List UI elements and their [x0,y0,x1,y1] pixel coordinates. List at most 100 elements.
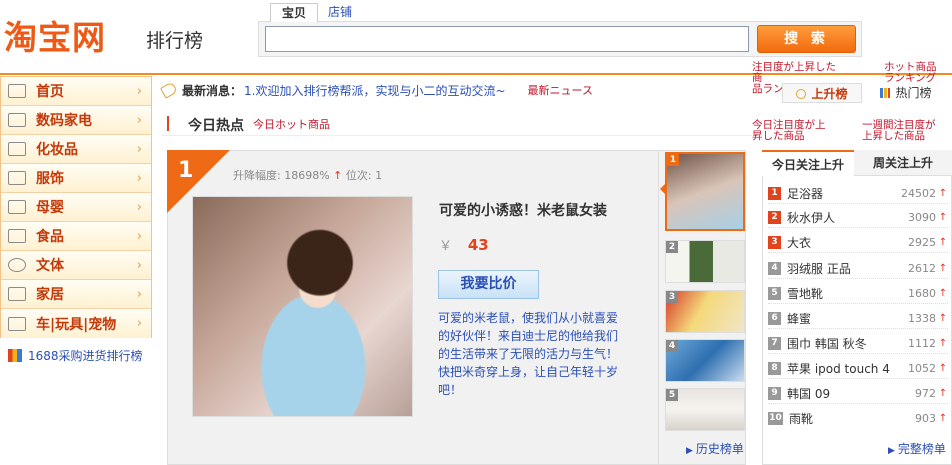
search-input[interactable] [265,26,749,52]
sidebar-item-car-toys-pets[interactable]: 车|玩具|宠物 › [1,309,151,338]
sidebar-item-label: 文体 [36,258,64,274]
sidebar-item-home[interactable]: 首页 › [1,77,151,106]
rank-value: 1052 [908,362,936,375]
sidebar-item-baby[interactable]: 母婴 › [1,193,151,222]
taobao-logo[interactable]: 淘宝网 [4,18,106,58]
rank-keyword: 足浴器 [787,187,824,201]
sidebar-item-label: 化妆品 [36,142,78,158]
rank-number: 10 [768,411,783,425]
rank-number: 6 [768,312,781,325]
full-ranking-link[interactable]: ▶ 完整榜单 [888,440,946,457]
triangle-right-icon: ▶ [888,446,895,456]
search-tab-shops[interactable]: 店铺 [318,3,362,22]
bar-chart-icon [8,349,22,362]
search-button[interactable]: 搜 索 [757,25,856,53]
today-hot-annotation: 今日ホット商品 [253,118,330,131]
featured-product-title[interactable]: 可爱的小诱惑！米老鼠女装 [439,200,607,220]
thumbnail-4[interactable]: 4 [665,339,745,382]
ranking-row[interactable]: 9 韩国 09 972 ↑ [768,384,948,404]
ranking-row[interactable]: 4 羽绒服 正品 2612 ↑ [768,259,948,279]
arrow-up-icon: ↑ [938,212,948,223]
baby-bottle-icon [8,200,26,214]
thumbnail-5[interactable]: 5 [665,388,745,431]
ranking-row[interactable]: 1 足浴器 24502 ↑ [768,184,948,204]
annotation-week-rising: 一週間注目度が 上昇した商品 [862,119,936,142]
arrow-up-icon: ↑ [938,288,948,299]
rank-value: 903 [915,411,936,425]
compare-price-button[interactable]: 我要比价 [438,270,539,299]
ranking-row[interactable]: 2 秋水伊人 3090 ↑ [768,208,948,228]
price-value: 43 [467,236,489,254]
sidebar-item-digital[interactable]: 数码家电 › [1,106,151,135]
tab-hot-label: 热门榜 [895,86,932,100]
ranking-row[interactable]: 8 苹果 ipod touch 4 1052 ↑ [768,359,948,379]
ranking-title: 排行榜 [146,30,204,52]
history-ranking-link[interactable]: ▶ 历史榜单 [686,440,744,457]
link-1688-label: 1688采购进货排行榜 [28,349,143,363]
sofa-icon [8,287,26,301]
section-marker [167,116,169,131]
sidebar-item-label: 服饰 [36,171,64,187]
rank-number: 1 [768,187,781,200]
rank-keyword: 苹果 ipod touch 4 [787,362,890,376]
news-link[interactable]: 1.欢迎加入排行榜帮派，实现与小二的互动交流~ [244,82,506,99]
rank-number: 3 [768,236,781,249]
triangle-right-icon: ▶ [686,446,693,456]
rank-number: 4 [768,262,781,275]
thumbnail-3[interactable]: 3 [665,290,745,333]
chevron-right-icon: › [136,83,142,99]
sidebar-item-home-living[interactable]: 家居 › [1,280,151,309]
rank-keyword: 羽绒服 正品 [787,262,851,276]
arrow-up-icon: ↑ [938,237,948,248]
chevron-right-icon: › [136,112,142,128]
key-icon [796,89,807,99]
featured-product-image[interactable] [192,196,413,417]
sidebar-item-label: 数码家电 [36,113,92,129]
arrow-up-icon: ↑ [938,313,948,324]
rank-badge-number: 1 [178,158,194,183]
rank-number: 2 [768,211,781,224]
rank-number: 9 [768,387,781,400]
history-label: 历史榜单 [695,442,744,456]
sidebar-item-apparel[interactable]: 服饰 › [1,164,151,193]
thumbnail-2[interactable]: 2 [665,240,745,283]
tab-hot-ranking[interactable]: 热门榜 [866,83,946,103]
ranking-row[interactable]: 7 围巾 韩国 秋冬 1112 ↑ [768,334,948,354]
arrow-up-icon: ↑ [938,388,948,399]
ranking-row[interactable]: 10 雨靴 903 ↑ [768,408,948,428]
thumbnail-number: 2 [666,241,678,253]
sidebar-item-sports[interactable]: 文体 › [1,251,151,280]
position-label: 位次: 1 [345,169,383,182]
thumbnail-number: 1 [667,154,679,166]
change-label: 升降幅度: 18698% [233,169,330,182]
arrow-up-icon: ↑ [333,169,343,182]
rank-value: 2925 [908,236,936,249]
ranking-row[interactable]: 3 大衣 2925 ↑ [768,233,948,253]
rank-keyword: 蜂蜜 [787,312,812,326]
thumbnail-1[interactable]: 1 [665,152,745,231]
tab-rising-ranking[interactable]: 上升榜 [782,83,862,103]
tab-week-rising[interactable]: 周关注上升 [854,150,952,176]
search-tab-items[interactable]: 宝贝 [270,3,318,22]
rank-value: 972 [915,387,936,400]
featured-product-description: 可爱的米老鼠，使我们从小就喜爱的好伙伴！来自迪士尼的他给我们的生活带来了无限的活… [438,311,619,397]
rank-keyword: 韩国 09 [787,387,831,401]
chevron-right-icon: › [136,199,142,215]
chevron-right-icon: › [136,170,142,186]
arrow-up-icon: ↑ [938,412,948,424]
rank-value: 1112 [908,337,936,350]
ranking-row[interactable]: 6 蜂蜜 1338 ↑ [768,309,948,329]
rank-number: 5 [768,287,781,300]
rank-keyword: 秋水伊人 [787,211,836,225]
tab-today-rising[interactable]: 今日关注上升 [762,150,854,176]
full-ranking-label: 完整榜单 [897,442,946,456]
sidebar-item-food[interactable]: 食品 › [1,222,151,251]
link-1688-ranking[interactable]: 1688采购进货排行榜 [8,347,143,364]
ranking-row[interactable]: 5 雪地靴 1680 ↑ [768,284,948,304]
annotation-today-rising: 今日注目度が上 昇した商品 [752,119,826,142]
arrow-up-icon: ↑ [938,263,948,274]
annotation-hot-ranking: ホット商品 ランキング [884,61,937,84]
rank-number: 7 [768,337,781,350]
rank-value: 24502 [901,187,936,200]
sidebar-item-cosmetics[interactable]: 化妆品 › [1,135,151,164]
